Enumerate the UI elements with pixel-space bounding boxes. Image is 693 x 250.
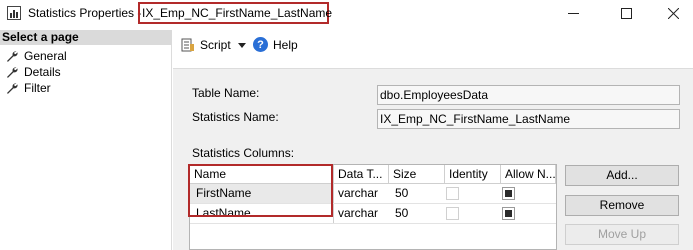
table-row-firstname-data-type: varchar	[338, 186, 379, 200]
title-bar: Statistics Properties - IX_Emp_NC_FirstN…	[0, 0, 693, 26]
minimize-icon	[567, 12, 579, 14]
toolbar: Script ? Help	[173, 30, 693, 60]
minimize-button[interactable]	[550, 0, 596, 26]
help-label: Help	[273, 37, 298, 52]
column-header-identity[interactable]: Identity	[445, 165, 501, 184]
window-title-prefix: Statistics Properties -	[28, 6, 142, 20]
table-row-lastname-size: 50	[395, 206, 409, 220]
select-page-header: Select a page	[0, 30, 172, 45]
close-button[interactable]	[650, 0, 693, 26]
column-header-data-type[interactable]: Data T...	[334, 165, 389, 184]
row-divider	[190, 223, 556, 224]
name-column-highlight	[188, 164, 333, 217]
chevron-down-icon[interactable]	[237, 42, 246, 48]
add-button[interactable]: Add...	[565, 165, 679, 186]
maximize-button[interactable]	[603, 0, 649, 26]
script-label: Script	[200, 38, 231, 52]
column-header-size[interactable]: Size	[389, 165, 445, 184]
column-header-allow-nulls[interactable]: Allow N...	[501, 165, 556, 184]
statistics-columns-label: Statistics Columns:	[192, 146, 295, 160]
maximize-icon	[620, 7, 632, 19]
page-item-details[interactable]: Details	[6, 64, 61, 79]
table-name-label: Table Name:	[192, 86, 260, 100]
help-button[interactable]: ? Help	[253, 37, 298, 52]
statistics-name-field[interactable]: IX_Emp_NC_FirstName_LastName	[377, 109, 680, 129]
remove-button[interactable]: Remove	[565, 195, 679, 216]
table-row-firstname-size: 50	[395, 186, 409, 200]
wrench-icon	[7, 50, 18, 62]
wrench-icon	[7, 82, 18, 94]
identity-checkbox	[446, 187, 459, 200]
statistics-icon	[7, 6, 21, 20]
help-icon: ?	[253, 37, 268, 52]
move-up-button[interactable]: Move Up	[565, 224, 679, 245]
select-page-pane: Select a page General Details Filter	[0, 30, 172, 250]
page-item-general[interactable]: General	[6, 48, 67, 63]
close-icon	[667, 7, 679, 19]
page-item-label: General	[24, 48, 67, 63]
allow-nulls-checkbox[interactable]	[502, 187, 515, 200]
page-item-label: Details	[24, 64, 61, 79]
table-name-field[interactable]: dbo.EmployeesData	[377, 85, 680, 105]
script-icon	[181, 38, 194, 52]
statistics-name-label: Statistics Name:	[192, 110, 279, 124]
table-row-lastname-data-type: varchar	[338, 206, 379, 220]
page-item-filter[interactable]: Filter	[6, 80, 51, 95]
identity-checkbox	[446, 207, 459, 220]
allow-nulls-checkbox[interactable]	[502, 207, 515, 220]
script-button[interactable]: Script	[181, 38, 246, 52]
window-title-name: IX_Emp_NC_FirstName_LastName	[142, 6, 333, 20]
wrench-icon	[7, 66, 18, 78]
page-item-label: Filter	[24, 80, 51, 95]
